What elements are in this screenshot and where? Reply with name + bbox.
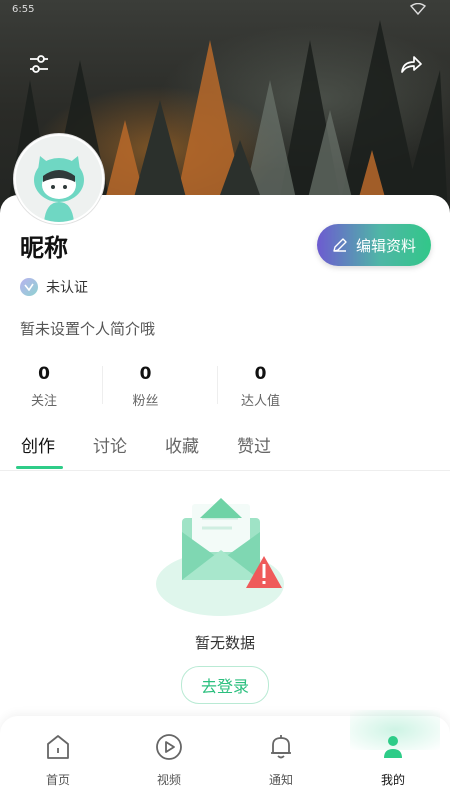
verification-status[interactable]: 未认证 xyxy=(20,277,88,297)
stat-label: 关注 xyxy=(30,394,57,409)
nickname: 昵称 xyxy=(20,234,68,262)
share-icon xyxy=(401,56,422,73)
nav-home[interactable]: 首页 xyxy=(28,732,88,788)
wifi-icon xyxy=(410,3,426,15)
stat-label: 达人值 xyxy=(240,394,280,409)
settings-button[interactable] xyxy=(25,50,53,78)
nav-notifications[interactable]: 通知 xyxy=(251,732,311,788)
stat-following[interactable]: 0 关注 xyxy=(0,362,88,412)
cartoon-avatar-icon xyxy=(16,136,102,222)
tab-discussions[interactable]: 讨论 xyxy=(93,432,127,457)
empty-mail-illustration xyxy=(156,498,284,616)
edit-profile-button[interactable]: 编辑资料 xyxy=(317,224,431,266)
stat-value: 0 xyxy=(38,364,50,384)
bio-text: 暂未设置个人简介哦 xyxy=(20,320,156,338)
bottom-navigation: 首页 视频 通知 我的 xyxy=(0,710,450,800)
divider xyxy=(102,366,103,404)
nav-label: 通知 xyxy=(268,773,293,787)
stats-row: 0 关注 0 粉丝 0 达人值 xyxy=(0,362,333,412)
nav-me[interactable]: 我的 xyxy=(363,732,423,788)
tab-creations[interactable]: 创作 xyxy=(21,432,55,457)
share-button[interactable] xyxy=(397,50,425,78)
video-icon xyxy=(156,734,182,760)
stat-fans[interactable]: 0 粉丝 xyxy=(88,362,203,412)
user-icon xyxy=(384,736,402,758)
tab-liked[interactable]: 赞过 xyxy=(237,432,271,457)
nav-label: 视频 xyxy=(156,773,181,787)
stat-expert-score[interactable]: 0 达人值 xyxy=(203,362,318,412)
stat-value: 0 xyxy=(139,364,152,384)
bell-icon xyxy=(271,735,291,759)
nav-label: 首页 xyxy=(45,773,70,787)
empty-state-message: 暂无数据 xyxy=(194,634,255,652)
active-tab-indicator xyxy=(16,466,63,469)
login-button[interactable]: 去登录 xyxy=(181,666,269,704)
nav-label: 我的 xyxy=(380,773,405,787)
avatar[interactable] xyxy=(14,134,104,224)
settings-sliders-icon xyxy=(30,55,48,73)
content-tabs: 创作 讨论 收藏 赞过 xyxy=(0,428,450,471)
edit-profile-label: 编辑资料 xyxy=(355,236,416,255)
stat-label: 粉丝 xyxy=(132,394,159,409)
nav-video[interactable]: 视频 xyxy=(139,732,199,788)
verify-label: 未认证 xyxy=(46,280,88,296)
tab-favorites[interactable]: 收藏 xyxy=(165,432,199,457)
status-time: 6:55 xyxy=(12,4,35,15)
divider xyxy=(217,366,218,404)
verified-badge-icon xyxy=(20,278,38,296)
home-icon xyxy=(47,735,69,759)
pencil-icon xyxy=(333,238,347,252)
stat-value: 0 xyxy=(254,364,267,384)
